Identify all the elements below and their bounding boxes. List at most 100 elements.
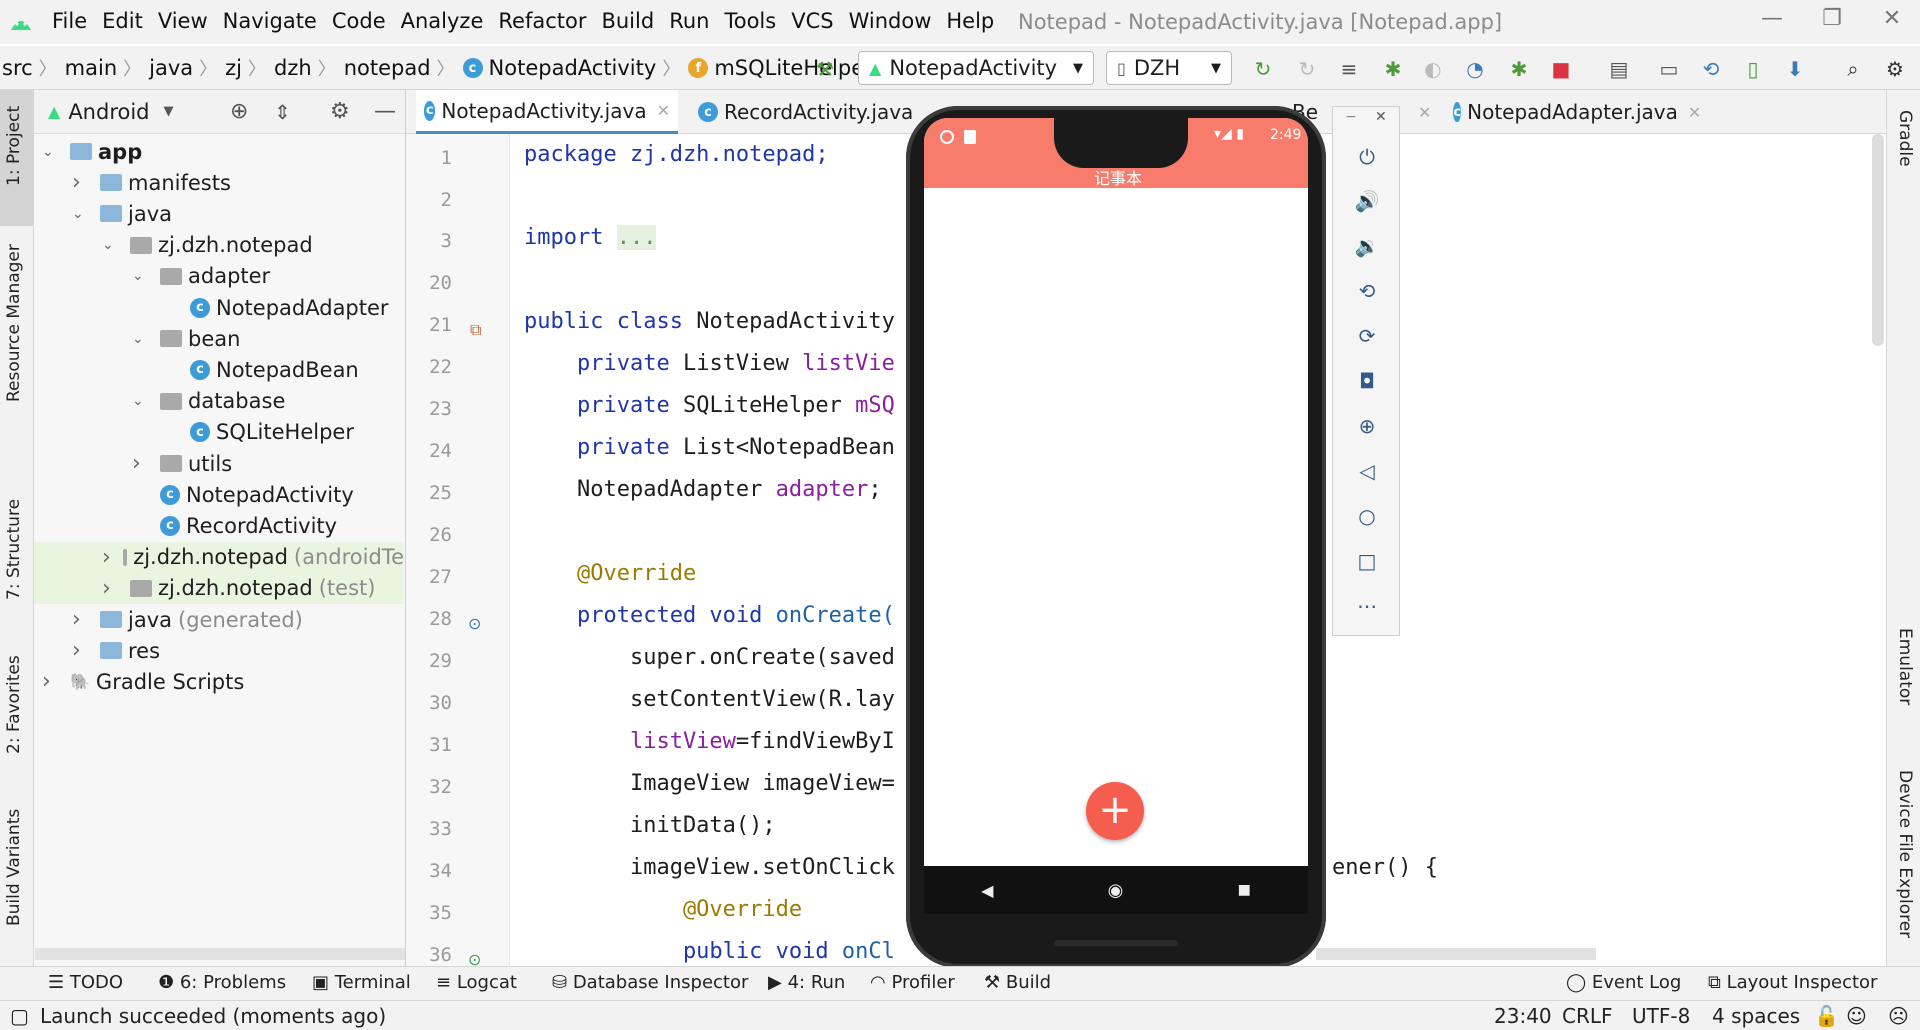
editor-horizontal-scrollbar[interactable] — [1316, 948, 1596, 960]
tab-build[interactable]: ⚒ Build — [984, 972, 1051, 993]
breadcrumb-field[interactable]: mSQLiteHelper — [714, 56, 872, 80]
breadcrumb-class[interactable]: NotepadActivity — [489, 56, 657, 80]
chevron-down-icon[interactable]: ⌄ — [132, 331, 148, 347]
override-gutter-icon[interactable]: ⊙ — [468, 614, 481, 633]
chevron-right-icon[interactable]: › — [102, 576, 118, 601]
tree-item[interactable]: › zj.dzh.notepad (androidTe — [34, 541, 404, 573]
locate-icon[interactable]: ⊕ — [230, 99, 248, 124]
rotate-right-icon[interactable]: ⟳ — [1353, 322, 1381, 350]
collapse-all-icon[interactable]: ⇕ — [274, 100, 291, 124]
indent-setting[interactable]: 4 spaces — [1712, 1004, 1800, 1028]
device-select[interactable]: ▯ DZH ▼ — [1106, 51, 1232, 85]
folded-imports[interactable]: ... — [616, 225, 657, 250]
chevron-down-icon[interactable]: ⌄ — [72, 206, 88, 222]
menu-tools[interactable]: Tools — [724, 9, 776, 33]
tab-event-log[interactable]: ◯ Event Log — [1566, 972, 1681, 993]
apply-code-changes-icon[interactable]: ≡ — [1336, 56, 1362, 82]
menu-view[interactable]: View — [158, 9, 208, 33]
tab-run[interactable]: ▶ 4: Run — [768, 972, 845, 993]
sync-gradle-icon[interactable]: ⟲ — [1698, 56, 1724, 82]
volume-up-icon[interactable]: 🔊 — [1353, 187, 1381, 215]
breadcrumb-dzh[interactable]: dzh — [274, 56, 312, 80]
chevron-down-icon[interactable]: ⌄ — [42, 144, 58, 160]
tree-item[interactable]: c SQLiteHelper — [34, 417, 404, 448]
gear-icon[interactable]: ⚙ — [330, 99, 350, 124]
chevron-right-icon[interactable]: › — [42, 669, 58, 694]
home-icon[interactable]: ○ — [1353, 502, 1381, 530]
status-toggle-icon[interactable]: ▢ — [10, 1004, 29, 1028]
add-note-fab[interactable]: + — [1086, 782, 1144, 840]
tab-gradle[interactable]: Gradle — [1895, 110, 1915, 167]
tree-item[interactable]: ⌄ java — [34, 198, 404, 229]
tree-item[interactable]: ⌄ adapter — [34, 261, 404, 292]
caret-position[interactable]: 23:40 — [1494, 1004, 1552, 1028]
tree-item[interactable]: › utils — [34, 448, 404, 479]
menu-help[interactable]: Help — [946, 9, 994, 33]
avd-manager-icon[interactable]: ▭ — [1656, 56, 1682, 82]
tree-item[interactable]: ⌄ zj.dzh.notepad — [34, 230, 404, 261]
tab-todo[interactable]: ☰ TODO — [48, 972, 123, 993]
menu-analyze[interactable]: Analyze — [401, 9, 484, 33]
tab-database-inspector[interactable]: ⛁ Database Inspector — [552, 972, 748, 993]
tab-terminal[interactable]: ▣ Terminal — [312, 972, 411, 993]
menu-vcs[interactable]: VCS — [791, 9, 833, 33]
file-encoding[interactable]: UTF-8 — [1632, 1004, 1690, 1028]
back-icon[interactable]: ◀ — [981, 881, 993, 900]
tab-build-variants[interactable]: Build Variants — [4, 809, 24, 926]
tab-favorites[interactable]: 2: Favorites — [4, 655, 24, 754]
rerun-icon[interactable]: ↻ — [1250, 56, 1276, 82]
power-icon[interactable]: ⏻ — [1353, 143, 1381, 171]
menu-refactor[interactable]: Refactor — [498, 9, 586, 33]
chevron-right-icon[interactable]: › — [72, 638, 88, 663]
settings-icon[interactable]: ⚙ — [1882, 56, 1908, 82]
chevron-right-icon[interactable]: › — [132, 451, 148, 476]
volume-down-icon[interactable]: 🔉 — [1353, 232, 1381, 260]
chevron-down-icon[interactable]: ⌄ — [132, 268, 148, 284]
home-icon[interactable]: ◉ — [1108, 880, 1124, 901]
stop-icon[interactable]: ■ — [1548, 56, 1574, 82]
tree-item[interactable]: c RecordActivity — [34, 510, 404, 541]
device-manager-icon[interactable]: ▯ — [1740, 56, 1766, 82]
apply-changes-icon[interactable]: ↻ — [1294, 56, 1320, 82]
back-icon[interactable]: ◁ — [1353, 457, 1381, 485]
tree-item[interactable]: ⌄ database — [34, 386, 404, 417]
coverage-icon[interactable]: ◐ — [1420, 56, 1446, 82]
tab-resource-manager[interactable]: Resource Manager — [4, 244, 24, 402]
overview-icon[interactable]: □ — [1353, 547, 1381, 575]
menu-run[interactable]: Run — [669, 9, 709, 33]
chevron-right-icon[interactable]: › — [72, 607, 88, 632]
minimize-button[interactable]: — — [1752, 6, 1792, 38]
attach-debugger-icon[interactable]: ✱ — [1506, 56, 1532, 82]
tree-item[interactable]: › java (generated) — [34, 604, 404, 635]
maximize-button[interactable]: ❐ — [1812, 6, 1852, 38]
tab-project[interactable]: 1: Project — [4, 106, 24, 186]
chevron-down-icon[interactable]: ⌄ — [102, 237, 118, 253]
tree-item[interactable]: › 🐘 Gradle Scripts — [34, 666, 404, 697]
hammer-icon[interactable]: ⚒ — [812, 56, 838, 82]
chevron-right-icon[interactable]: › — [72, 170, 88, 195]
close-icon[interactable]: ✕ — [1688, 103, 1701, 122]
menu-file[interactable]: File — [52, 9, 87, 33]
tab-emulator[interactable]: Emulator — [1895, 628, 1915, 705]
tab-problems[interactable]: ❶ 6: Problems — [158, 972, 286, 993]
chevron-down-icon[interactable]: ▼ — [164, 104, 174, 119]
tree-item[interactable]: c NotepadAdapter — [34, 292, 404, 323]
tab-record-activity[interactable]: c RecordActivity.java — [690, 90, 940, 134]
tree-item[interactable]: c NotepadActivity — [34, 479, 404, 510]
smiley-icon[interactable]: ☺ — [1846, 1004, 1867, 1028]
tab-structure[interactable]: 7: Structure — [4, 499, 24, 600]
menu-window[interactable]: Window — [849, 9, 932, 33]
breadcrumb-zj[interactable]: zj — [225, 56, 242, 80]
tree-item[interactable]: ⌄ bean — [34, 323, 404, 354]
zoom-icon[interactable]: ⊕ — [1353, 412, 1381, 440]
tree-item[interactable]: › zj.dzh.notepad (test) — [34, 572, 404, 604]
tab-notepad-activity[interactable]: c NotepadActivity.java ✕ — [416, 90, 678, 134]
rotate-left-icon[interactable]: ⟲ — [1353, 277, 1381, 305]
menu-code[interactable]: Code — [332, 9, 386, 33]
lock-icon[interactable]: 🔓 — [1814, 1004, 1839, 1028]
breadcrumb-java[interactable]: java — [149, 56, 193, 80]
more-icon[interactable]: ⋯ — [1353, 592, 1381, 620]
tree-item[interactable]: › res — [34, 635, 404, 666]
chevron-down-icon[interactable]: ⌄ — [132, 393, 148, 409]
hide-panel-icon[interactable]: — — [374, 99, 396, 124]
